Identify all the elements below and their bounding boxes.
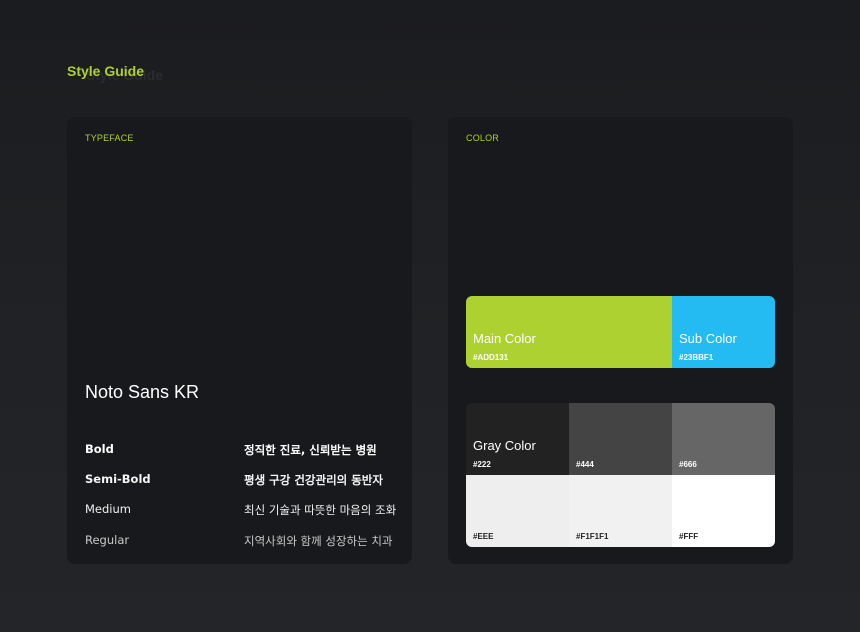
- gray-swatch-hex: #666: [679, 460, 697, 469]
- gray-swatch-f1f1f1: #F1F1F1: [569, 475, 672, 547]
- page-title: Style Guide: [67, 63, 145, 79]
- color-label: COLOR: [466, 133, 500, 143]
- weight-sample: 평생 구강 건강관리의 동반자: [244, 473, 383, 487]
- gray-swatch-hex: #F1F1F1: [576, 532, 609, 541]
- gray-swatch-fff: #FFF: [672, 475, 775, 547]
- weight-name: Medium: [85, 502, 131, 516]
- gray-swatch-hex: #444: [576, 460, 594, 469]
- page-title-wrap: Style Guide Style Guide: [67, 63, 163, 83]
- weight-name: Semi-Bold: [85, 472, 151, 486]
- weight-sample: 지역사회와 함께 성장하는 치과: [244, 534, 393, 548]
- color-card: COLOR Main Color #ADD131 Sub Color #23BB…: [448, 117, 793, 564]
- weight-row-medium: Medium 최신 기술과 따뜻한 마음의 조화: [85, 502, 397, 520]
- weight-row-semibold: Semi-Bold 평생 구강 건강관리의 동반자: [85, 472, 397, 490]
- weight-sample: 정직한 진료, 신뢰받는 병원: [244, 443, 377, 457]
- gray-swatch-666: #666: [672, 403, 775, 475]
- weight-name: Bold: [85, 442, 114, 456]
- weight-row-bold: Bold 정직한 진료, 신뢰받는 병원: [85, 442, 397, 460]
- main-color-swatch: Main Color #ADD131: [466, 296, 672, 368]
- gray-swatch-hex: #FFF: [679, 532, 699, 541]
- gray-color-swatches: Gray Color #222 #444 #666 #EEE #F1F1F1 #…: [466, 403, 775, 547]
- gray-swatch-444: #444: [569, 403, 672, 475]
- gray-color-title: Gray Color: [473, 438, 536, 453]
- font-name: Noto Sans KR: [85, 382, 200, 402]
- weight-sample: 최신 기술과 따뜻한 마음의 조화: [244, 503, 397, 517]
- gray-swatch-eee: #EEE: [466, 475, 569, 547]
- gray-swatch-hex: #222: [473, 460, 491, 469]
- sub-color-title: Sub Color: [679, 331, 737, 346]
- gray-swatch-hex: #EEE: [473, 532, 494, 541]
- typeface-card: TYPEFACE Noto Sans KR Bold 정직한 진료, 신뢰받는 …: [67, 117, 412, 564]
- main-color-hex: #ADD131: [473, 353, 509, 362]
- sub-color-hex: #23BBF1: [679, 353, 714, 362]
- sub-color-swatch: Sub Color #23BBF1: [672, 296, 775, 368]
- brand-color-swatches: Main Color #ADD131 Sub Color #23BBF1: [466, 296, 775, 368]
- gray-swatch-222: Gray Color #222: [466, 403, 569, 475]
- weight-name: Regular: [85, 533, 130, 547]
- typeface-label: TYPEFACE: [85, 133, 134, 143]
- main-color-title: Main Color: [473, 331, 536, 346]
- weight-row-regular: Regular 지역사회와 함께 성장하는 치과: [85, 533, 397, 551]
